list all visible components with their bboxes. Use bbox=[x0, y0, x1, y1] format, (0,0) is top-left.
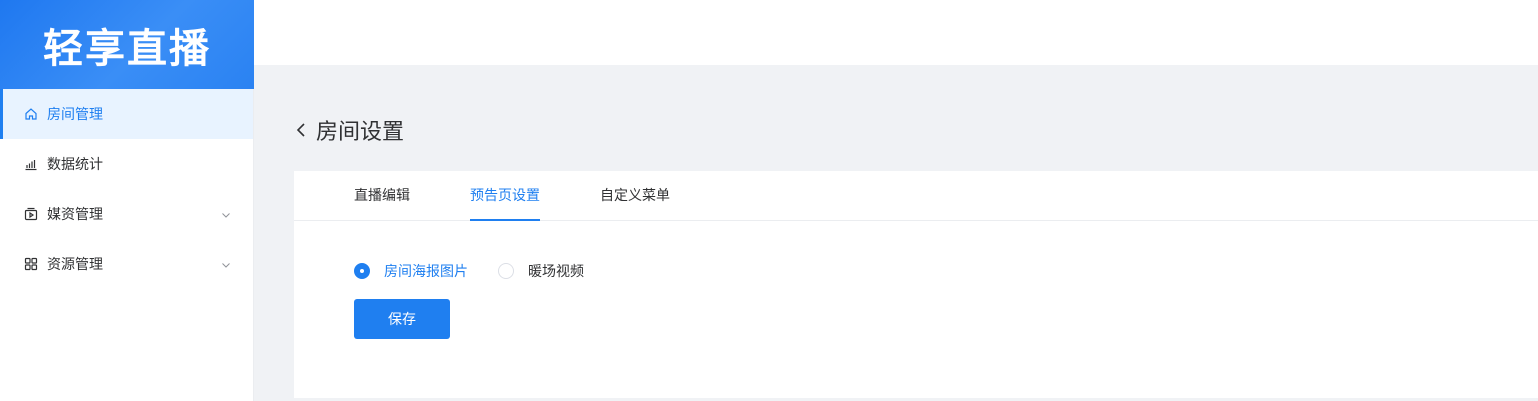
tab-custom-menu[interactable]: 自定义菜单 bbox=[600, 171, 670, 221]
sidebar-item-label: 资源管理 bbox=[47, 257, 103, 273]
radio-label: 暖场视频 bbox=[528, 264, 584, 280]
preview-type-radio-group: 房间海报图片 暖场视频 bbox=[354, 261, 614, 281]
brand-logo: 轻享直播 bbox=[0, 0, 254, 89]
app-root: 轻享直播 房间管理 数据统计 媒资管理 资源管理 房间设置 直播编辑 预告页设置… bbox=[0, 0, 1538, 401]
tab-preview-page-settings[interactable]: 预告页设置 bbox=[470, 171, 540, 221]
radio-indicator[interactable] bbox=[354, 263, 370, 279]
sidebar: 轻享直播 房间管理 数据统计 媒资管理 资源管理 bbox=[0, 0, 254, 401]
save-button[interactable]: 保存 bbox=[354, 299, 450, 339]
sidebar-item-resource-management[interactable]: 资源管理 bbox=[0, 239, 253, 289]
chevron-down-icon[interactable] bbox=[221, 258, 231, 268]
bar-chart-icon bbox=[24, 157, 38, 171]
tab-bar: 直播编辑 预告页设置 自定义菜单 bbox=[294, 171, 1538, 221]
sidebar-item-label: 数据统计 bbox=[47, 157, 103, 173]
sidebar-item-label: 房间管理 bbox=[47, 107, 103, 123]
sidebar-item-room-management[interactable]: 房间管理 bbox=[0, 89, 253, 139]
media-icon bbox=[24, 207, 38, 221]
chevron-left-icon[interactable] bbox=[294, 121, 308, 139]
page-header: 房间设置 bbox=[294, 113, 404, 147]
page-title: 房间设置 bbox=[316, 120, 405, 145]
radio-room-poster[interactable]: 房间海报图片 bbox=[354, 261, 468, 281]
sidebar-item-media-management[interactable]: 媒资管理 bbox=[0, 189, 253, 239]
sidebar-item-data-statistics[interactable]: 数据统计 bbox=[0, 139, 253, 189]
tab-live-edit[interactable]: 直播编辑 bbox=[354, 171, 410, 221]
chevron-down-icon[interactable] bbox=[221, 208, 231, 218]
settings-card: 直播编辑 预告页设置 自定义菜单 房间海报图片 暖场视频 保存 bbox=[294, 171, 1538, 398]
sidebar-nav: 房间管理 数据统计 媒资管理 资源管理 bbox=[0, 89, 253, 289]
home-icon bbox=[24, 107, 38, 121]
radio-warmup-video[interactable]: 暖场视频 bbox=[498, 261, 584, 281]
grid-icon bbox=[24, 257, 38, 271]
top-bar bbox=[254, 0, 1538, 65]
radio-label: 房间海报图片 bbox=[384, 264, 468, 280]
radio-indicator[interactable] bbox=[498, 263, 514, 279]
sidebar-item-label: 媒资管理 bbox=[47, 207, 103, 223]
